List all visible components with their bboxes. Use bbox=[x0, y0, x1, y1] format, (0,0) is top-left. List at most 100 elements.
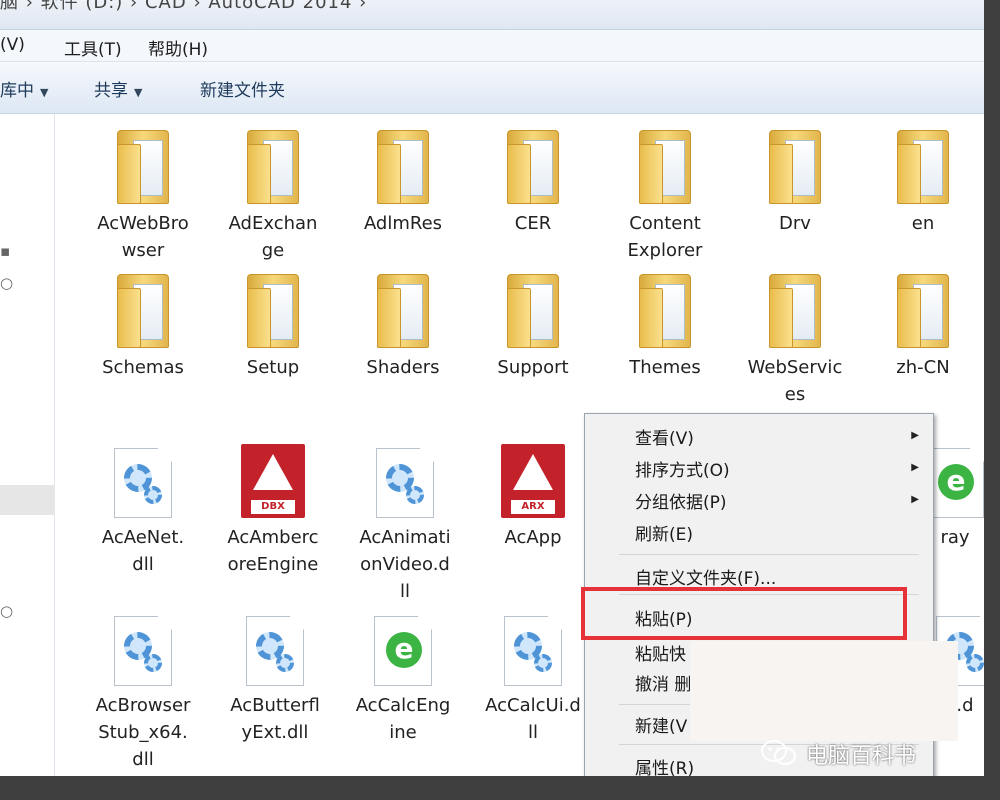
menu-help[interactable]: 帮助(H) bbox=[148, 35, 208, 60]
folder-item[interactable]: AdExchan ge bbox=[213, 130, 333, 264]
folder-item[interactable]: Drv bbox=[735, 130, 855, 237]
folder-label: Setup bbox=[246, 357, 300, 378]
context-menu-sort[interactable]: 排序方式(O) bbox=[635, 456, 730, 481]
file-type-tag: DBX bbox=[251, 500, 295, 514]
folder-icon bbox=[769, 130, 821, 204]
context-menu-paste-shortcut[interactable]: 粘贴快 bbox=[635, 640, 686, 665]
dll-gear-icon bbox=[376, 448, 434, 518]
file-item[interactable]: AcBrowser Stub_x64. dll bbox=[83, 616, 203, 773]
folder-item[interactable]: en bbox=[863, 130, 983, 237]
folder-item[interactable]: Themes bbox=[605, 274, 725, 381]
folder-label: zh-CN bbox=[896, 357, 950, 378]
folder-icon bbox=[507, 130, 559, 204]
folder-item[interactable]: AdlmRes bbox=[343, 130, 463, 237]
file-label: AcBrowser Stub_x64. dll bbox=[95, 695, 191, 770]
folder-icon bbox=[897, 274, 949, 348]
include-in-library-label: 库中 bbox=[0, 81, 34, 101]
context-menu-refresh[interactable]: 刷新(E) bbox=[635, 520, 693, 545]
nav-item-icon: ○ bbox=[0, 274, 14, 292]
file-label: AcButterfl yExt.dll bbox=[230, 695, 320, 743]
window-frame-edge bbox=[0, 776, 1000, 800]
autocad-arx-icon: ARX bbox=[501, 444, 565, 518]
menu-separator bbox=[619, 554, 919, 555]
folder-label: Themes bbox=[629, 357, 701, 378]
window-frame-edge bbox=[984, 0, 1000, 800]
dll-gear-icon bbox=[114, 616, 172, 686]
folder-label: AcWebBro wser bbox=[97, 213, 189, 261]
context-menu-new[interactable]: 新建(V bbox=[635, 712, 687, 737]
address-path[interactable]: 脑 › 软件 (D:) › CAD › AutoCAD 2014 › bbox=[0, 0, 367, 14]
folder-icon bbox=[247, 130, 299, 204]
folder-item[interactable]: Schemas bbox=[83, 274, 203, 381]
new-folder-button[interactable]: 新建文件夹 bbox=[200, 76, 285, 101]
folder-item[interactable]: Setup bbox=[213, 274, 333, 381]
file-item[interactable]: AcAeNet. dll bbox=[83, 448, 203, 578]
context-menu-view[interactable]: 查看(V) bbox=[635, 424, 694, 449]
folder-icon bbox=[769, 274, 821, 348]
folder-label: Content Explorer bbox=[627, 213, 703, 261]
submenu-arrow-icon: ▶ bbox=[911, 430, 919, 441]
folder-label: Drv bbox=[779, 213, 811, 234]
file-type-tag: ARX bbox=[511, 500, 555, 514]
folder-label: en bbox=[911, 213, 935, 234]
folder-label: AdlmRes bbox=[363, 213, 443, 234]
folder-label: AdExchan ge bbox=[228, 213, 318, 261]
share-label: 共享 bbox=[94, 81, 128, 101]
folder-item[interactable]: zh-CN bbox=[863, 274, 983, 381]
nav-selected-item[interactable] bbox=[0, 485, 55, 515]
dll-gear-icon bbox=[504, 616, 562, 686]
folder-item[interactable]: WebServic es bbox=[735, 274, 855, 408]
folder-label: Support bbox=[497, 357, 569, 378]
file-label: AcAeNet. dll bbox=[101, 527, 185, 575]
folder-label: Shaders bbox=[366, 357, 440, 378]
file-item[interactable]: ARX AcApp bbox=[473, 444, 593, 551]
ie-file-icon: e bbox=[926, 448, 984, 518]
folder-label: Schemas bbox=[102, 357, 184, 378]
context-menu-undo[interactable]: 撤消 删 bbox=[635, 670, 691, 695]
file-label: AcCalcUi.d ll bbox=[485, 695, 581, 743]
folder-icon bbox=[639, 274, 691, 348]
context-menu-group[interactable]: 分组依据(P) bbox=[635, 488, 727, 513]
dll-gear-icon bbox=[114, 448, 172, 518]
autocad-dbx-icon: DBX bbox=[241, 444, 305, 518]
folder-item[interactable]: Support bbox=[473, 274, 593, 381]
file-item[interactable]: AcAnimati onVideo.d ll bbox=[345, 448, 465, 605]
folder-icon bbox=[247, 274, 299, 348]
file-item[interactable]: AcCalcUi.d ll bbox=[473, 616, 593, 746]
folder-item[interactable]: AcWebBro wser bbox=[83, 130, 203, 264]
file-label: AcAnimati onVideo.d ll bbox=[359, 527, 451, 602]
address-bar[interactable]: 脑 › 软件 (D:) › CAD › AutoCAD 2014 › bbox=[0, 0, 984, 30]
folder-item[interactable]: Content Explorer bbox=[605, 130, 725, 264]
ie-file-icon: e bbox=[374, 616, 432, 686]
nav-item-icon: ▪ bbox=[0, 242, 11, 260]
paste-highlight-box bbox=[581, 587, 907, 640]
file-item[interactable]: AcButterfl yExt.dll bbox=[215, 616, 335, 746]
command-bar: 库中 ▼ 共享 ▼ 新建文件夹 bbox=[0, 62, 984, 114]
menu-view[interactable]: (V) bbox=[0, 35, 25, 55]
watermark-text: 电脑百科书 bbox=[806, 744, 917, 769]
file-item[interactable]: e AcCalcEng ine bbox=[343, 616, 463, 746]
context-menu-customize[interactable]: 自定义文件夹(F)... bbox=[635, 564, 776, 589]
folder-label: WebServic es bbox=[747, 357, 843, 405]
share-button[interactable]: 共享 ▼ bbox=[94, 76, 142, 101]
include-in-library-button[interactable]: 库中 ▼ bbox=[0, 76, 48, 101]
folder-icon bbox=[897, 130, 949, 204]
navigation-pane[interactable]: ▪ ○ ○ bbox=[0, 114, 55, 776]
watermark-overlay bbox=[690, 641, 958, 741]
dll-gear-icon bbox=[246, 616, 304, 686]
chevron-down-icon: ▼ bbox=[40, 86, 49, 99]
folder-icon bbox=[117, 274, 169, 348]
wechat-logo-icon bbox=[761, 740, 796, 765]
nav-item-icon: ○ bbox=[0, 602, 14, 620]
file-label: AcApp bbox=[504, 527, 562, 548]
folder-icon bbox=[377, 274, 429, 348]
folder-icon bbox=[117, 130, 169, 204]
menu-bar: (V) 工具(T) 帮助(H) bbox=[0, 30, 984, 62]
menu-tools[interactable]: 工具(T) bbox=[64, 35, 122, 60]
file-item[interactable]: DBX AcAmberc oreEngine bbox=[213, 444, 333, 578]
folder-item[interactable]: CER bbox=[473, 130, 593, 237]
file-label: AcAmberc oreEngine bbox=[227, 527, 319, 575]
folder-item[interactable]: Shaders bbox=[343, 274, 463, 381]
folder-label: CER bbox=[514, 213, 552, 234]
file-label: AcCalcEng ine bbox=[355, 695, 451, 743]
